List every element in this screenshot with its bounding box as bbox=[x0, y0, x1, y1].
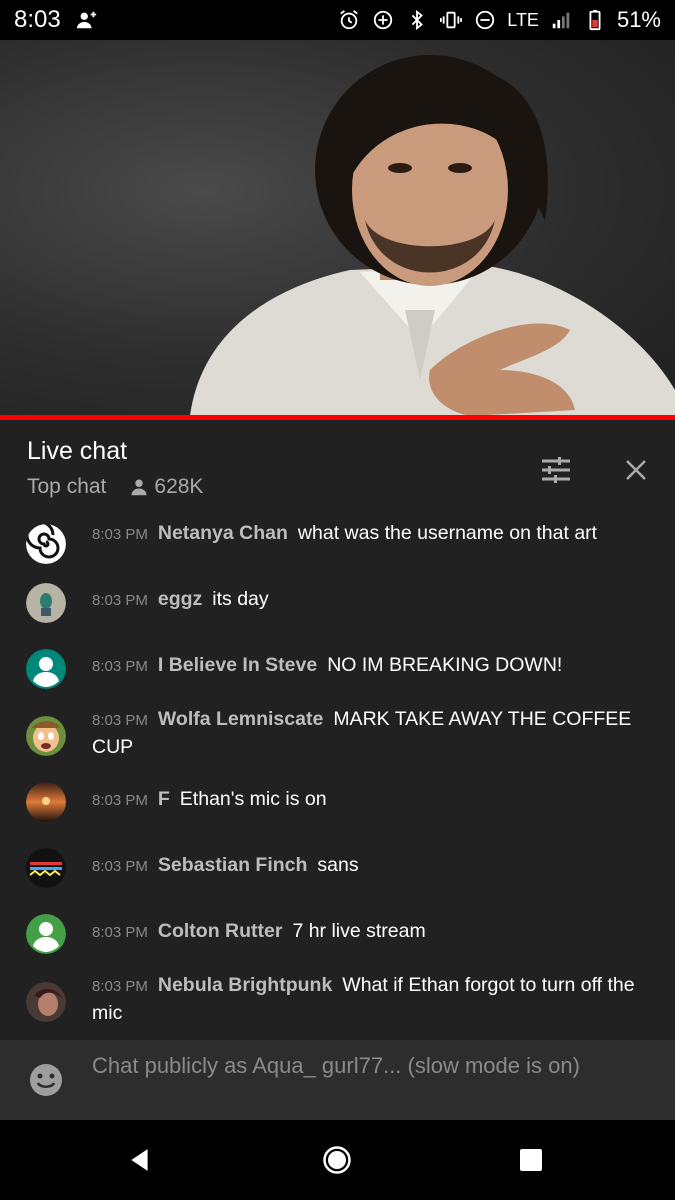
message-content: 8:03 PM eggz its day bbox=[92, 586, 655, 614]
message-content: 8:03 PM Wolfa Lemniscate MARK TAKE AWAY TH… bbox=[92, 706, 655, 760]
chat-message-input[interactable]: Chat publicly as Aqua_ gurl77... (slow m… bbox=[92, 1052, 592, 1079]
avatar[interactable] bbox=[26, 524, 66, 564]
chat-mode-label[interactable]: Top chat bbox=[27, 475, 106, 499]
message-author[interactable]: Wolfa Lemniscate bbox=[158, 708, 323, 730]
avatar[interactable] bbox=[26, 782, 66, 822]
message-time: 8:03 PM bbox=[92, 858, 148, 875]
person-icon bbox=[130, 478, 148, 496]
alarm-icon bbox=[337, 8, 361, 32]
signal-icon bbox=[549, 8, 573, 32]
message-content: 8:03 PM I Believe In Steve NO IM BREAKING … bbox=[92, 652, 655, 680]
avatar[interactable] bbox=[26, 583, 66, 623]
bluetooth-icon bbox=[405, 8, 429, 32]
viewer-count: 628K bbox=[154, 475, 204, 498]
navigation-bar bbox=[0, 1120, 675, 1200]
message-text: its day bbox=[212, 588, 269, 610]
message-content: 8:03 PM Netanya Chan what was the username… bbox=[92, 520, 655, 548]
chat-input-bar: Chat publicly as Aqua_ gurl77... (slow m… bbox=[0, 1040, 675, 1120]
message-author[interactable]: Netanya Chan bbox=[158, 522, 288, 544]
message-time: 8:03 PM bbox=[92, 592, 148, 609]
do-not-disturb-icon bbox=[473, 8, 497, 32]
emoji-button[interactable] bbox=[28, 1062, 64, 1098]
chat-message-list[interactable]: 8:03 PM Netanya Chan what was the username… bbox=[0, 516, 675, 1040]
message-author[interactable]: F bbox=[158, 788, 170, 810]
message-content: 8:03 PM Nebula Brightpunk What if Ethan fo… bbox=[92, 972, 655, 1026]
avatar[interactable] bbox=[26, 716, 66, 756]
chat-mode-selector[interactable]: Top chat 628K bbox=[27, 475, 203, 499]
avatar[interactable] bbox=[26, 848, 66, 888]
avatar[interactable] bbox=[26, 914, 66, 954]
video-frame bbox=[190, 55, 675, 416]
status-time: 8:03 bbox=[14, 6, 61, 33]
message-text: NO IM BREAKING DOWN! bbox=[327, 654, 563, 676]
add-person-icon bbox=[75, 8, 99, 32]
battery-level: 51% bbox=[616, 7, 661, 32]
recents-button[interactable] bbox=[511, 1140, 551, 1180]
message-time: 8:03 PM bbox=[92, 978, 148, 995]
message-text: 7 hr live stream bbox=[292, 920, 426, 942]
filter-settings-button[interactable] bbox=[536, 450, 576, 490]
home-circle-icon bbox=[322, 1145, 352, 1175]
message-author[interactable]: eggz bbox=[158, 588, 202, 610]
message-time: 8:03 PM bbox=[92, 712, 148, 729]
close-icon bbox=[624, 458, 648, 482]
vibrate-icon bbox=[439, 8, 463, 32]
recents-square-icon bbox=[519, 1148, 543, 1172]
back-triangle-icon bbox=[127, 1147, 153, 1173]
avatar[interactable] bbox=[26, 649, 66, 689]
close-chat-button[interactable] bbox=[616, 450, 656, 490]
message-author[interactable]: Colton Rutter bbox=[158, 920, 283, 942]
back-button[interactable] bbox=[120, 1140, 160, 1180]
chat-header: Live chat Top chat 628K bbox=[0, 420, 675, 516]
chat-title: Live chat bbox=[27, 437, 128, 465]
network-type: LTE bbox=[507, 9, 539, 30]
message-text: what was the username on that art bbox=[297, 522, 598, 544]
message-content: 8:03 PM Sebastian Finch sans bbox=[92, 852, 655, 880]
status-bar: 8:03 LTE 51% bbox=[0, 0, 675, 40]
message-text: Ethan's mic is on bbox=[179, 788, 327, 810]
home-button[interactable] bbox=[317, 1140, 357, 1180]
video-player[interactable] bbox=[0, 40, 675, 416]
message-content: 8:03 PM Colton Rutter 7 hr live stream bbox=[92, 918, 655, 946]
message-author[interactable]: Nebula Brightpunk bbox=[158, 974, 332, 996]
message-time: 8:03 PM bbox=[92, 526, 148, 543]
message-time: 8:03 PM bbox=[92, 792, 148, 809]
data-saver-icon bbox=[371, 8, 395, 32]
message-text: sans bbox=[317, 854, 359, 876]
sliders-icon bbox=[540, 454, 572, 486]
message-author[interactable]: Sebastian Finch bbox=[158, 854, 308, 876]
message-author[interactable]: I Believe In Steve bbox=[158, 654, 317, 676]
message-time: 8:03 PM bbox=[92, 658, 148, 675]
message-content: 8:03 PM F Ethan's mic is on bbox=[92, 786, 655, 814]
avatar[interactable] bbox=[26, 982, 66, 1022]
emoji-icon bbox=[28, 1062, 64, 1103]
battery-icon bbox=[583, 8, 607, 32]
message-time: 8:03 PM bbox=[92, 924, 148, 941]
